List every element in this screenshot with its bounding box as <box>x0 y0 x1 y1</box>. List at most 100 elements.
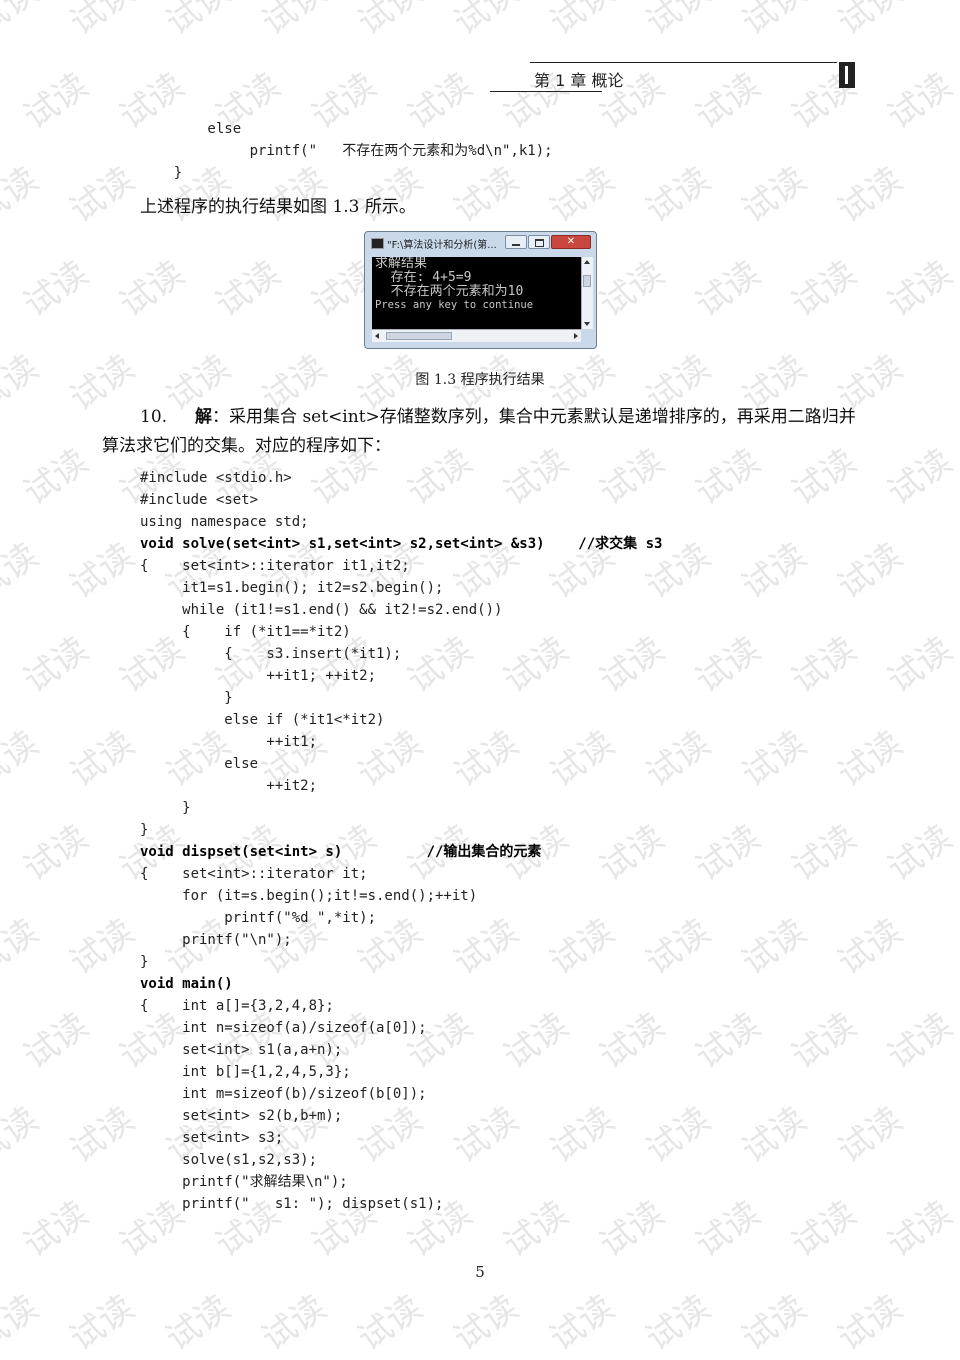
header-underline <box>490 91 602 92</box>
watermark-text: 试读 <box>0 1099 46 1172</box>
watermark-text: 试读 <box>830 911 910 984</box>
watermark-text: 试读 <box>734 0 814 44</box>
console-line: 存在: 4+5=9 <box>375 270 472 285</box>
watermark-text: 试读 <box>62 1099 142 1172</box>
paragraph-result-intro: 上述程序的执行结果如图 1.3 所示。 <box>140 197 416 217</box>
code-solve-body: { set<int>::iterator it1,it2; it1=s1.beg… <box>140 558 503 838</box>
watermark-text: 试读 <box>734 1287 814 1360</box>
watermark-text: 试读 <box>830 1099 910 1172</box>
watermark-text: 试读 <box>0 723 46 796</box>
watermark-text: 试读 <box>158 1287 238 1360</box>
watermark-text: 试读 <box>734 723 814 796</box>
watermark-text: 试读 <box>688 629 768 702</box>
watermark-text: 试读 <box>688 253 768 326</box>
watermark-text: 试读 <box>208 253 288 326</box>
watermark-text: 试读 <box>16 441 96 514</box>
solution-text: ：采用集合 set<int>存储整数序列，集合中元素默认是递增排序的，再采用二路… <box>102 407 856 456</box>
code-main-signature: void main() <box>140 976 233 992</box>
watermark-text: 试读 <box>638 1287 718 1360</box>
code-block-top: else printf(" 不存在两个元素和为%d\n",k1); } <box>173 121 553 181</box>
console-line: 求解结果 <box>375 257 428 271</box>
watermark-text: 试读 <box>350 0 430 44</box>
watermark-text: 试读 <box>62 723 142 796</box>
watermark-text: 试读 <box>638 159 718 232</box>
horizontal-scrollbar[interactable] <box>372 329 581 342</box>
code-main-body: { int a[]={3,2,4,8}; int n=sizeof(a)/siz… <box>140 998 444 1212</box>
watermark-text: 试读 <box>62 535 142 608</box>
scroll-left-arrow-icon[interactable] <box>375 333 379 339</box>
console-title: "F:\算法设计和分析(第... <box>387 240 497 251</box>
console-line: Press any key to continue <box>375 299 534 311</box>
watermark-text: 试读 <box>830 0 910 44</box>
watermark-text: 试读 <box>830 535 910 608</box>
console-window: "F:\算法设计和分析(第... ✕ 求解结果 存在: 4+5=9 不存在两个元… <box>364 231 597 349</box>
scroll-up-arrow-icon[interactable] <box>584 260 590 264</box>
watermark-text: 试读 <box>830 159 910 232</box>
watermark-text: 试读 <box>16 629 96 702</box>
watermark-text: 试读 <box>254 0 334 44</box>
watermark-text: 试读 <box>688 817 768 890</box>
watermark-text: 试读 <box>734 1099 814 1172</box>
watermark-text: 试读 <box>0 535 46 608</box>
watermark-text: 试读 <box>0 1287 46 1360</box>
watermark-text: 试读 <box>734 911 814 984</box>
watermark-text: 试读 <box>158 0 238 44</box>
watermark-text: 试读 <box>880 629 960 702</box>
watermark-text: 试读 <box>784 817 864 890</box>
watermark-text: 试读 <box>592 253 672 326</box>
watermark-text: 试读 <box>734 159 814 232</box>
watermark-text: 试读 <box>62 911 142 984</box>
watermark-text: 试读 <box>784 253 864 326</box>
chapter-title: 第 1 章 概论 <box>534 71 624 90</box>
watermark-text: 试读 <box>880 65 960 138</box>
watermark-text: 试读 <box>16 1193 96 1266</box>
watermark-text: 试读 <box>734 535 814 608</box>
maximize-button[interactable] <box>528 235 550 249</box>
watermark-text: 试读 <box>784 1005 864 1078</box>
watermark-text: 试读 <box>830 1287 910 1360</box>
close-button[interactable]: ✕ <box>551 235 591 249</box>
watermark-text: 试读 <box>112 253 192 326</box>
vertical-scroll-thumb[interactable] <box>583 275 591 287</box>
page-number: 5 <box>475 1263 485 1281</box>
console-line: 不存在两个元素和为10 <box>375 284 524 299</box>
watermark-text: 试读 <box>0 911 46 984</box>
watermark-text: 试读 <box>16 65 96 138</box>
minimize-button[interactable] <box>505 235 527 249</box>
watermark-text: 试读 <box>16 817 96 890</box>
watermark-text: 试读 <box>62 0 142 44</box>
scroll-right-arrow-icon[interactable] <box>574 333 578 339</box>
watermark-text: 试读 <box>446 1287 526 1360</box>
problem-number: 10. <box>140 407 168 427</box>
watermark-text: 试读 <box>784 1193 864 1266</box>
watermark-text: 试读 <box>830 723 910 796</box>
watermark-text: 试读 <box>688 1193 768 1266</box>
watermark-text: 试读 <box>16 1005 96 1078</box>
watermark-text: 试读 <box>446 0 526 44</box>
code-block-main: #include <stdio.h> #include <set> using … <box>140 467 662 1215</box>
code-solve-signature: void solve(set<int> s1,set<int> s2,set<i… <box>140 536 663 552</box>
watermark-text: 试读 <box>16 253 96 326</box>
code-dispset-body: { set<int>::iterator it; for (it=s.begin… <box>140 866 478 970</box>
solution-label: 解 <box>195 407 213 427</box>
figure-caption: 图 1.3 程序执行结果 <box>415 372 545 388</box>
watermark-text: 试读 <box>0 159 46 232</box>
vertical-scrollbar[interactable] <box>581 257 593 329</box>
watermark-text: 试读 <box>62 159 142 232</box>
console-titlebar: "F:\算法设计和分析(第... ✕ <box>365 232 596 254</box>
watermark-text: 试读 <box>638 0 718 44</box>
horizontal-scroll-thumb[interactable] <box>386 332 452 340</box>
console-output: 求解结果 存在: 4+5=9 不存在两个元素和为10 Press any key… <box>372 257 581 329</box>
scroll-down-arrow-icon[interactable] <box>584 322 590 326</box>
watermark-text: 试读 <box>542 1287 622 1360</box>
watermark-text: 试读 <box>254 1287 334 1360</box>
paragraph-problem-10: 10. 解：采用集合 set<int>存储整数序列，集合中元素默认是递增排序的，再… <box>102 403 862 461</box>
watermark-text: 试读 <box>350 1287 430 1360</box>
chapter-header: 第 1 章 概论 <box>490 62 855 94</box>
code-includes: #include <stdio.h> #include <set> using … <box>140 470 309 530</box>
watermark-text: 试读 <box>880 817 960 890</box>
code-dispset-signature: void dispset(set<int> s) //输出集合的元素 <box>140 844 542 860</box>
watermark-text: 试读 <box>688 1005 768 1078</box>
watermark-text: 试读 <box>880 1005 960 1078</box>
watermark-text: 试读 <box>62 1287 142 1360</box>
